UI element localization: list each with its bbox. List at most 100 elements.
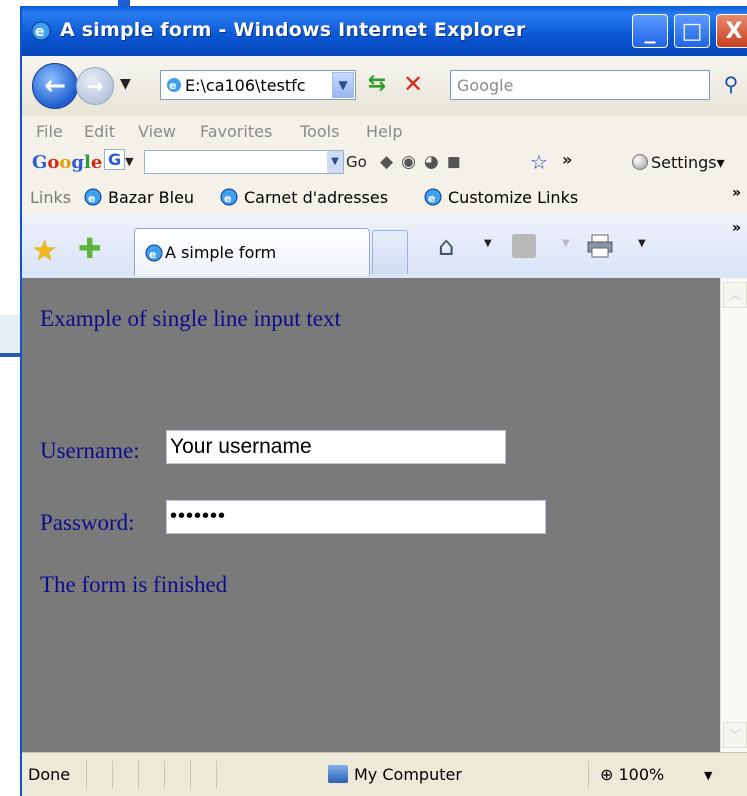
svg-text:e: e [428, 192, 435, 205]
maximize-icon: □ [681, 18, 703, 44]
google-more-button[interactable]: » [562, 150, 572, 169]
google-settings-button[interactable]: Settings▾ [632, 153, 725, 172]
menu-view[interactable]: View [138, 122, 176, 141]
recent-pages-dropdown[interactable]: ▼ [120, 76, 131, 92]
password-label: Password: [40, 510, 135, 535]
stop-button[interactable]: ✕ [398, 70, 428, 100]
zoom-button[interactable]: ⊕ 100% [600, 765, 664, 784]
links-bar: Links e Bazar Bleu e Carnet d'adresses e Cu… [22, 180, 747, 215]
password-input[interactable]: ••••••• [166, 500, 546, 534]
home-dropdown[interactable]: ▼ [484, 238, 492, 249]
print-icon[interactable] [586, 234, 614, 258]
add-favorite-icon[interactable]: ✚ [78, 232, 101, 265]
maximize-button[interactable]: □ [674, 14, 710, 48]
username-input[interactable]: Your username [166, 430, 506, 464]
google-toolbar: Google G ▼ ▼ Go ◆◉◕◼ ☆ » Settings▾ [22, 146, 747, 180]
address-url: E:\ca106\testfc [185, 76, 306, 95]
search-input[interactable]: Google [450, 70, 710, 100]
back-arrow-icon: ← [44, 71, 66, 101]
page-ie-icon: e [167, 78, 181, 92]
background-slide-line [0, 353, 22, 357]
svg-text:e: e [35, 24, 45, 40]
menu-edit[interactable]: Edit [84, 122, 115, 141]
status-pane [112, 761, 138, 789]
back-button[interactable]: ← [32, 63, 78, 109]
link-bazar-bleu[interactable]: e Bazar Bleu [84, 188, 194, 207]
command-more-button[interactable]: » [732, 220, 741, 236]
status-pane [86, 761, 112, 789]
ie-page-icon: e [220, 188, 238, 206]
link-carnet-adresses[interactable]: e Carnet d'adresses [220, 188, 388, 207]
link-label: Bazar Bleu [108, 188, 195, 207]
link-label: Carnet d'adresses [244, 188, 389, 207]
background-slide-bar [0, 315, 22, 355]
tab-ie-icon: e [145, 244, 163, 262]
zoom-dropdown[interactable]: ▼ [704, 769, 712, 782]
google-go-button[interactable]: Go [346, 153, 367, 171]
address-dropdown[interactable]: ▼ [332, 72, 354, 98]
svg-text:e: e [224, 192, 231, 205]
status-pane [164, 761, 190, 789]
new-tab-button[interactable] [372, 230, 408, 274]
link-label: Customize Links [448, 188, 579, 207]
username-label: Username: [40, 438, 140, 463]
menu-tools[interactable]: Tools [300, 122, 339, 141]
vertical-scrollbar[interactable]: ︿ ﹀ [720, 278, 747, 752]
title-bar[interactable]: e A simple form - Windows Internet Explo… [22, 6, 747, 56]
search-placeholder: Google [457, 76, 514, 95]
close-button[interactable]: X [716, 14, 747, 48]
zoom-icon: ⊕ [600, 765, 614, 784]
google-search-input[interactable]: ▼ [144, 150, 344, 174]
page-heading: Example of single line input text [40, 306, 341, 331]
forward-button[interactable]: → [76, 67, 114, 105]
links-more-button[interactable]: » [732, 185, 741, 201]
svg-text:e: e [149, 248, 156, 261]
google-logo: Google [32, 152, 103, 173]
tab-a-simple-form[interactable]: e A simple form [134, 228, 370, 276]
ie-window: e A simple form - Windows Internet Explo… [20, 6, 747, 796]
favorites-star-icon[interactable]: ★ [32, 234, 57, 267]
refresh-button[interactable]: ⇆ [362, 70, 392, 100]
menu-bar: File Edit View Favorites Tools Help [22, 116, 747, 146]
security-zone: My Computer [328, 765, 462, 784]
settings-label: Settings [651, 153, 717, 172]
minimize-icon: _ [644, 18, 656, 44]
page-content: Example of single line input text Userna… [22, 278, 720, 752]
feeds-dropdown[interactable]: ▼ [562, 238, 570, 249]
minimize-button[interactable]: _ [632, 14, 668, 48]
search-button[interactable]: ⚲ [716, 70, 746, 100]
scroll-down-button[interactable]: ﹀ [723, 722, 747, 748]
print-dropdown[interactable]: ▼ [638, 238, 646, 249]
settings-icon [632, 154, 648, 170]
search-icon: ⚲ [723, 72, 739, 96]
google-menu-button[interactable]: G ▼ [104, 149, 140, 174]
google-search-dropdown[interactable]: ▼ [327, 151, 343, 173]
refresh-icon: ⇆ [367, 71, 387, 96]
home-icon[interactable]: ⌂ [438, 232, 455, 262]
stop-icon: ✕ [402, 70, 424, 98]
form-finished-text: The form is finished [40, 572, 228, 597]
address-field[interactable]: e E:\ca106\testfc ▼ [160, 70, 356, 100]
forward-arrow-icon: → [86, 74, 104, 98]
tab-label: A simple form [165, 243, 277, 262]
link-customize-links[interactable]: e Customize Links [424, 188, 578, 207]
ie-logo-icon: e [31, 21, 51, 41]
menu-favorites[interactable]: Favorites [200, 122, 272, 141]
tab-bar: ★ ✚ e A simple form ⌂ ▼ ▼ ▼ » [22, 214, 747, 279]
address-toolbar: ← → ▼ e E:\ca106\testfc ▼ ⇆ ✕ Google ⚲ [22, 56, 747, 117]
status-bar: Done My Computer ⊕ 100% ▼ [22, 752, 747, 796]
feeds-icon[interactable] [512, 234, 536, 258]
status-pane [138, 761, 164, 789]
menu-help[interactable]: Help [366, 122, 402, 141]
links-label: Links [30, 188, 72, 207]
computer-icon [328, 765, 348, 783]
bookmark-star-icon[interactable]: ☆ [530, 150, 548, 174]
ie-page-icon: e [424, 188, 442, 206]
desktop-background [0, 0, 22, 796]
google-toolbar-icons[interactable]: ◆◉◕◼ [380, 152, 469, 172]
status-pane [190, 761, 216, 789]
google-g-icon: G [104, 149, 126, 170]
scroll-up-button[interactable]: ︿ [723, 282, 747, 308]
zone-label: My Computer [354, 765, 462, 784]
menu-file[interactable]: File [36, 122, 63, 141]
